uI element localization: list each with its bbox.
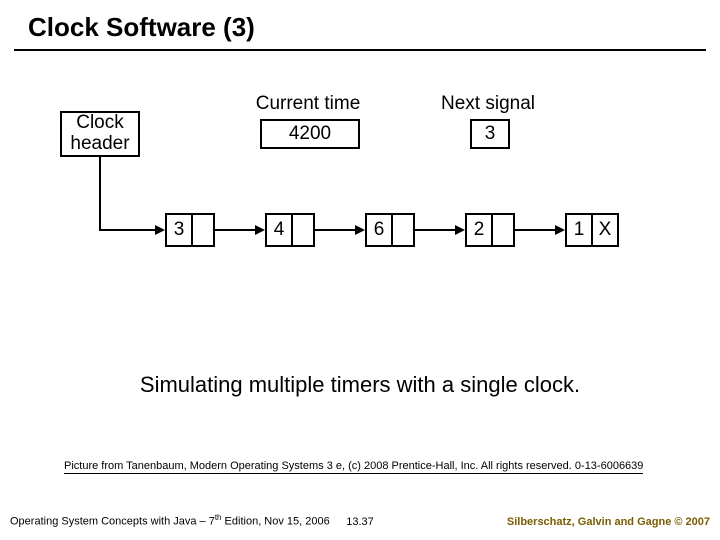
list-node-0: 3: [165, 213, 215, 247]
node-pointer: [193, 215, 213, 245]
node-value: 3: [167, 215, 193, 245]
clock-header-box: Clock header: [60, 111, 140, 157]
arrow-0: [155, 225, 165, 235]
node-pointer: [493, 215, 513, 245]
node-pointer: [393, 215, 413, 245]
title-rule: [14, 49, 706, 51]
node-terminator: X: [593, 215, 617, 245]
node-value: 6: [367, 215, 393, 245]
link-2: [315, 229, 357, 231]
node-pointer: [293, 215, 313, 245]
credit-line: Picture from Tanenbaum, Modern Operating…: [64, 460, 643, 474]
current-time-label: Current time: [238, 93, 378, 115]
arrow-2: [355, 225, 365, 235]
slide-title: Clock Software (3): [0, 0, 720, 49]
link-1: [215, 229, 257, 231]
next-signal-label: Next signal: [428, 93, 548, 115]
link-3: [415, 229, 457, 231]
diagram-area: Current time Next signal 4200 3 Clock he…: [0, 99, 720, 329]
node-value: 4: [267, 215, 293, 245]
node-value: 2: [467, 215, 493, 245]
caption: Simulating multiple timers with a single…: [0, 372, 720, 398]
next-signal-box: 3: [470, 119, 510, 149]
list-node-4: 1 X: [565, 213, 619, 247]
arrow-3: [455, 225, 465, 235]
line-down: [99, 157, 101, 231]
node-value: 1: [567, 215, 593, 245]
link-4: [515, 229, 557, 231]
arrow-1: [255, 225, 265, 235]
list-node-2: 6: [365, 213, 415, 247]
footer-right: Silberschatz, Galvin and Gagne © 2007: [507, 516, 710, 528]
current-time-box: 4200: [260, 119, 360, 149]
arrow-4: [555, 225, 565, 235]
list-node-1: 4: [265, 213, 315, 247]
line-to-first: [99, 229, 157, 231]
list-node-3: 2: [465, 213, 515, 247]
